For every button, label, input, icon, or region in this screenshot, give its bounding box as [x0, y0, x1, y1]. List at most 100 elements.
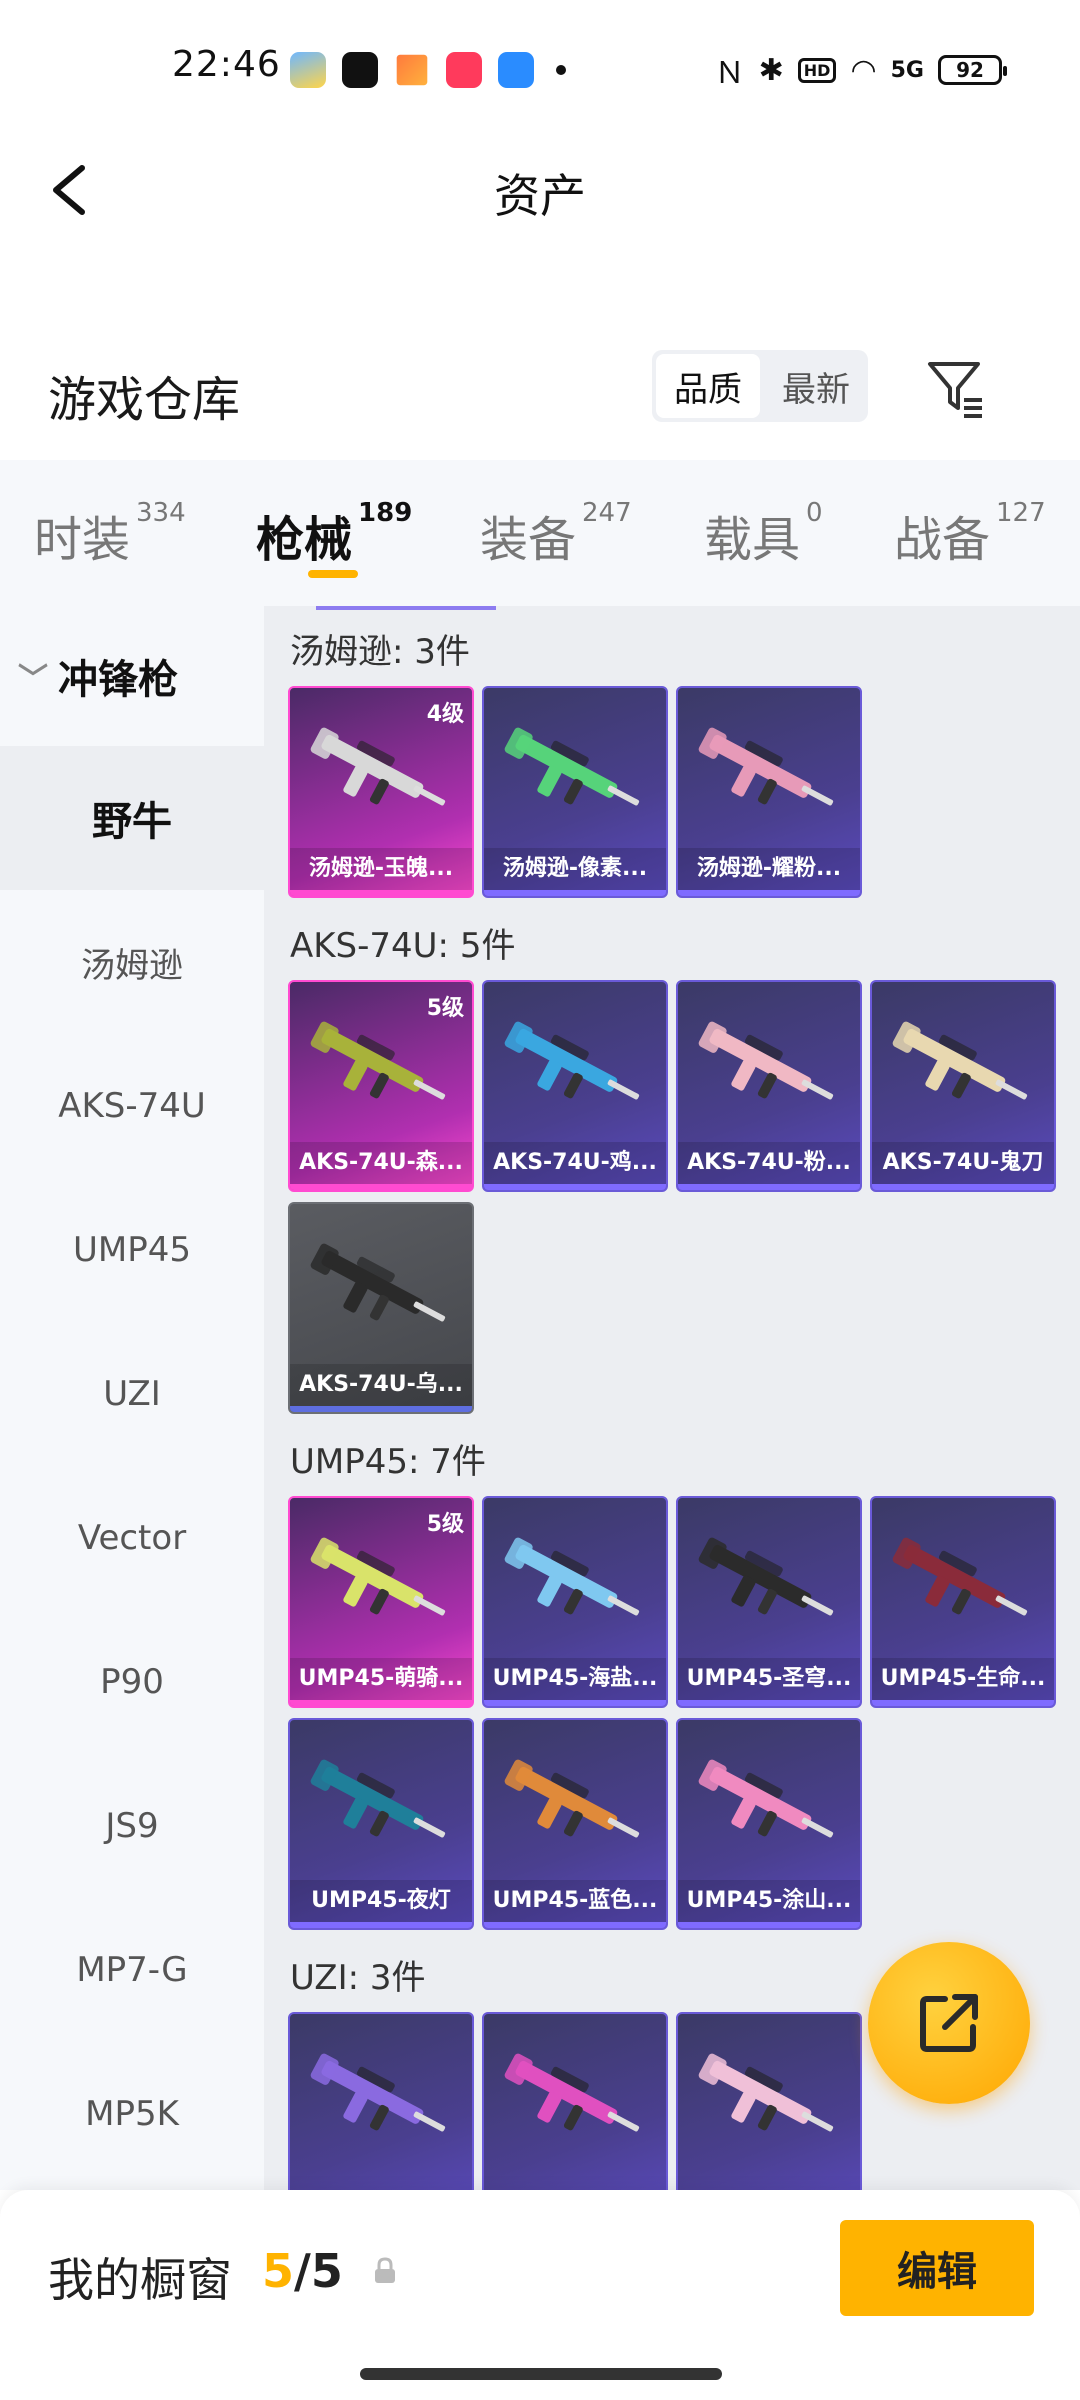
weapon-name: 汤姆逊-耀粉... [678, 848, 860, 890]
weapon-name: UMP45-涂山... [678, 1880, 860, 1922]
weapon-name: UMP45-夜灯 [290, 1880, 472, 1922]
gun-icon [698, 727, 834, 806]
gun-icon [310, 1243, 446, 1322]
system-icons: Ｎ ✱ HD ◠ 5G 92 [714, 48, 1007, 92]
files-app-icon [498, 52, 534, 88]
weapon-card[interactable]: UMP45-生命... [870, 1496, 1056, 1708]
sidebar-group-smg[interactable]: ﹀ 冲锋枪 [0, 606, 264, 746]
gun-icon [504, 727, 640, 806]
tab-label: 装备 [480, 512, 577, 568]
weapon-card[interactable]: AKS-74U-鸡... [482, 980, 668, 1192]
sidebar-item-mp7g[interactable]: MP7-G [0, 1898, 264, 2042]
rarity-strip [484, 1922, 666, 1928]
gun-icon [504, 2053, 640, 2132]
weapon-card[interactable]: 5级 UMP45-萌骑... [288, 1496, 474, 1708]
weapon-name: UMP45-生命... [872, 1658, 1054, 1700]
sidebar-item-mp5k[interactable]: MP5K [0, 2042, 264, 2186]
gun-icon [310, 1021, 446, 1100]
weapon-card[interactable]: 汤姆逊-像素... [482, 686, 668, 898]
weapon-card[interactable]: UMP45-夜灯 [288, 1718, 474, 1930]
sidebar-item-js9[interactable]: JS9 [0, 1754, 264, 1898]
weapon-card[interactable]: 4级 汤姆逊-玉魄... [288, 686, 474, 898]
showcase-current: 5 [262, 2244, 295, 2298]
tab-firearms[interactable]: 枪械 189 [256, 498, 412, 570]
showcase-total: 5 [310, 2244, 343, 2298]
tab-supplies[interactable]: 战备 127 [894, 498, 1046, 570]
weapon-card[interactable]: 5级 AKS-74U-森... [288, 980, 474, 1192]
weapon-card[interactable]: 汤姆逊-耀粉... [676, 686, 862, 898]
weapon-name: AKS-74U-粉... [678, 1142, 860, 1184]
sidebar-item-aks74u[interactable]: AKS-74U [0, 1034, 264, 1178]
rarity-strip [678, 1700, 860, 1706]
status-bar: 22:46 Ｎ ✱ HD ◠ 5G 92 [0, 0, 1080, 140]
active-tab-indicator [308, 570, 358, 578]
sidebar-item-vector[interactable]: Vector [0, 1466, 264, 1610]
weapon-name: AKS-74U-森... [290, 1142, 472, 1184]
lock-icon [370, 2256, 400, 2286]
gun-icon [310, 1537, 446, 1616]
sort-by-latest-button[interactable]: 最新 [764, 350, 868, 422]
edit-showcase-button[interactable]: 编辑 [840, 2220, 1034, 2316]
tab-label: 载具 [704, 512, 801, 568]
rarity-strip [290, 1700, 472, 1706]
weapon-card[interactable]: UMP45-海盐... [482, 1496, 668, 1708]
weapon-name: AKS-74U-鸡... [484, 1142, 666, 1184]
music-app-icon [446, 52, 482, 88]
sort-toggle: 品质 最新 [652, 350, 868, 422]
level-badge: 4级 [426, 702, 464, 727]
share-button[interactable] [868, 1942, 1030, 2104]
filter-icon [928, 362, 982, 418]
tab-label: 战备 [894, 512, 991, 568]
gun-icon [504, 1759, 640, 1838]
nfc-icon: Ｎ [714, 56, 745, 91]
weapon-card[interactable] [482, 2012, 668, 2190]
sidebar-item-ump45[interactable]: UMP45 [0, 1178, 264, 1322]
rarity-strip [484, 890, 666, 896]
rarity-strip [290, 890, 472, 896]
gun-icon [698, 2053, 834, 2132]
hd-icon: HD [797, 57, 837, 83]
gun-icon [892, 1021, 1028, 1100]
tab-count: 334 [136, 498, 186, 528]
rarity-strip [872, 1184, 1054, 1190]
tab-fashion[interactable]: 时装 334 [34, 498, 186, 570]
rarity-strip [678, 1184, 860, 1190]
tab-label: 时装 [34, 512, 131, 568]
tab-vehicles[interactable]: 载具 0 [704, 498, 823, 570]
level-badge: 5级 [426, 1512, 464, 1537]
weapon-name: UMP45-圣穹... [678, 1658, 860, 1700]
sort-by-quality-button[interactable]: 品质 [656, 354, 760, 418]
rarity-strip [290, 1184, 472, 1190]
weapon-card[interactable]: AKS-74U-鬼刀 [870, 980, 1056, 1192]
gun-icon [698, 1759, 834, 1838]
sidebar-item-bizon[interactable]: 野牛 [0, 746, 264, 890]
weapon-card[interactable]: UMP45-蓝色... [482, 1718, 668, 1930]
game-app-icon [396, 54, 428, 86]
home-indicator[interactable] [360, 2368, 722, 2380]
tab-equipment[interactable]: 装备 247 [480, 498, 632, 570]
weapon-card[interactable]: UMP45-圣穹... [676, 1496, 862, 1708]
rarity-strip [484, 1184, 666, 1190]
sidebar-item-p90[interactable]: P90 [0, 1610, 264, 1754]
weapon-name: UMP45-海盐... [484, 1658, 666, 1700]
rarity-strip [484, 1700, 666, 1706]
weapon-card[interactable]: AKS-74U-乌... [288, 1202, 474, 1414]
sidebar-group-label: 冲锋枪 [58, 657, 178, 703]
tab-label: 枪械 [256, 512, 353, 568]
weapon-card[interactable] [288, 2012, 474, 2190]
weapon-card[interactable]: AKS-74U-粉... [676, 980, 862, 1192]
weapon-name: UMP45-萌骑... [290, 1658, 472, 1700]
gun-icon [310, 1759, 446, 1838]
weapon-card[interactable]: UMP45-涂山... [676, 1718, 862, 1930]
sidebar-item-uzi[interactable]: UZI [0, 1322, 264, 1466]
gun-icon [310, 727, 446, 806]
tab-count: 247 [582, 498, 632, 528]
weather-app-icon [290, 52, 326, 88]
sidebar-item-thompson[interactable]: 汤姆逊 [0, 890, 264, 1034]
weapon-card[interactable] [676, 2012, 862, 2190]
battery-icon: 92 [938, 55, 1007, 85]
filter-button[interactable] [924, 356, 988, 420]
level-badge: 5级 [426, 996, 464, 1021]
gun-icon [504, 1537, 640, 1616]
showcase-bar: 我的橱窗 5/5 编辑 [0, 2190, 1080, 2400]
